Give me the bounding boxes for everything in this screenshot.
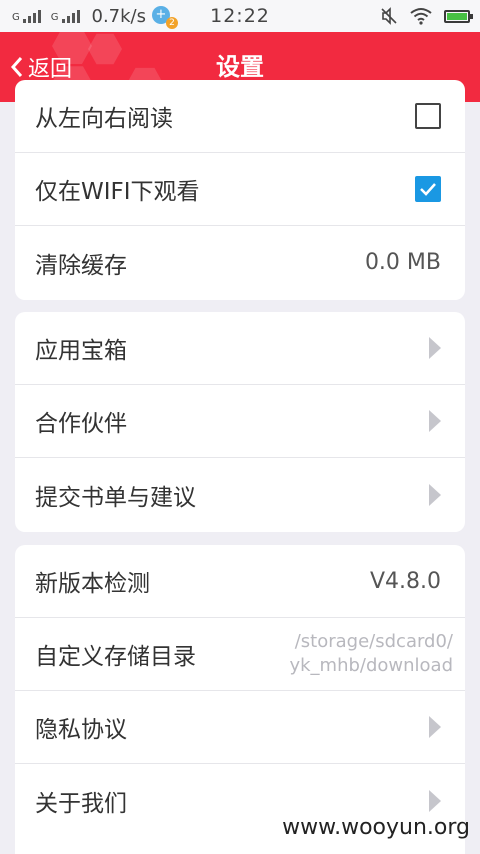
silent-mode-icon <box>381 7 397 25</box>
setting-label: 合作伙伴 <box>35 411 127 437</box>
setting-label: 清除缓存 <box>35 252 127 279</box>
setting-label: 提交书单与建议 <box>35 484 196 511</box>
setting-read-ltr[interactable]: 从左向右阅读 <box>15 80 465 153</box>
network-speed: 0.7k/s <box>91 5 147 27</box>
settings-group-more: 应用宝箱 合作伙伴 提交书单与建议 <box>15 312 465 532</box>
setting-label: 隐私协议 <box>35 717 127 743</box>
read-ltr-checkbox[interactable] <box>415 103 441 129</box>
arrow-right-icon <box>429 337 441 359</box>
setting-storage-dir[interactable]: 自定义存储目录 /storage/sdcard0/ yk_mhb/downloa… <box>15 618 465 691</box>
setting-clear-cache[interactable]: 清除缓存 0.0 MB <box>15 226 465 299</box>
storage-path-line: /storage/sdcard0/ <box>294 631 453 652</box>
battery-icon <box>444 9 473 23</box>
watermark-text: www.wooyun.org <box>282 815 470 840</box>
setting-label: 自定义存储目录 <box>35 644 196 670</box>
signal-sim2: G <box>51 9 82 23</box>
cache-size-value: 0.0 MB <box>364 250 441 275</box>
arrow-right-icon <box>429 716 441 738</box>
network-type-label: G <box>50 12 59 23</box>
arrow-right-icon <box>429 410 441 432</box>
back-label: 返回 <box>28 57 73 82</box>
status-left: G G 0.7k/s + 2 <box>0 5 178 29</box>
setting-wifi-only[interactable]: 仅在WIFI下观看 <box>15 153 465 226</box>
setting-label: 仅在WIFI下观看 <box>35 179 200 205</box>
settings-group-about: 新版本检测 V4.8.0 自定义存储目录 /storage/sdcard0/ y… <box>15 545 465 854</box>
setting-privacy[interactable]: 隐私协议 <box>15 691 465 764</box>
arrow-right-icon <box>429 789 441 812</box>
chevron-left-icon <box>10 57 23 77</box>
version-value: V4.8.0 <box>369 568 441 594</box>
signal-sim1: G <box>12 9 43 23</box>
network-type-label: G <box>12 12 20 23</box>
storage-path-value: /storage/sdcard0/ yk_mhb/download <box>289 630 453 678</box>
storage-path-line: yk_mhb/download <box>289 655 453 676</box>
status-right <box>368 7 480 25</box>
decor-hexagon <box>88 33 122 65</box>
data-usage-icon: + 2 <box>152 5 178 29</box>
setting-feedback[interactable]: 提交书单与建议 <box>15 458 465 531</box>
wifi-only-checkbox[interactable] <box>415 176 441 202</box>
checkmark-icon <box>420 183 436 196</box>
setting-version-check[interactable]: 新版本检测 V4.8.0 <box>15 545 465 618</box>
setting-app-box[interactable]: 应用宝箱 <box>15 312 465 385</box>
signal-bars-icon <box>61 9 82 23</box>
setting-label: 从左向右阅读 <box>35 106 173 132</box>
data-badge: 2 <box>166 17 178 29</box>
setting-label: 应用宝箱 <box>35 338 127 364</box>
arrow-right-icon <box>429 483 441 506</box>
status-bar: G G 0.7k/s + 2 12:22 <box>0 0 480 32</box>
wifi-icon <box>410 8 432 25</box>
settings-group-reading: 从左向右阅读 仅在WIFI下观看 清除缓存 0.0 MB <box>15 80 465 300</box>
setting-label: 新版本检测 <box>35 571 150 597</box>
signal-bars-icon <box>22 9 43 23</box>
setting-label: 关于我们 <box>35 790 127 817</box>
setting-partners[interactable]: 合作伙伴 <box>15 385 465 458</box>
